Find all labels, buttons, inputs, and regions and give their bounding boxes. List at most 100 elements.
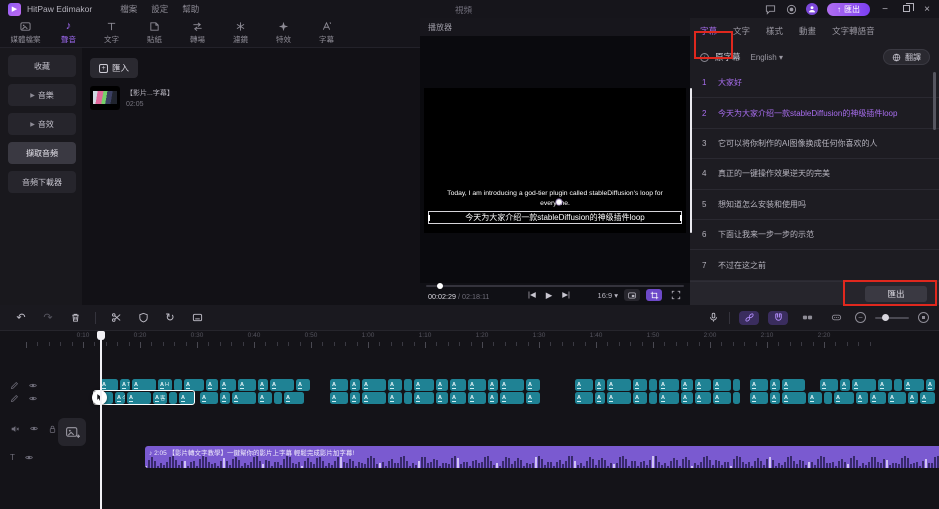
play-button[interactable]: ▶ — [546, 290, 553, 301]
subtitle-clip[interactable]: A — [450, 379, 466, 391]
subtitle-clip[interactable]: A — [206, 379, 218, 391]
subtitle-clip[interactable]: A — [878, 379, 892, 391]
mute-icon[interactable] — [10, 424, 20, 434]
subtitle-clip[interactable]: A — [808, 392, 822, 404]
ribbon-tab-sticker[interactable]: 貼紙 — [133, 18, 176, 47]
ribbon-tab-subtitle[interactable]: 字幕 — [305, 18, 348, 47]
delete-icon[interactable] — [68, 311, 82, 325]
subtitle-clip[interactable]: A — [659, 379, 679, 391]
ribbon-tab-text[interactable]: 文字 — [90, 18, 133, 47]
subtitle-clip[interactable]: A — [695, 392, 711, 404]
video-canvas[interactable]: Today, I am introducing a god-tier plugi… — [424, 88, 686, 233]
subtitle-clip[interactable]: A — [659, 392, 679, 404]
subtitle-clip[interactable]: A — [840, 379, 850, 391]
subtitle-clip[interactable]: A — [526, 392, 540, 404]
subtitle-clip[interactable]: A — [908, 392, 918, 404]
textbox-handle-right[interactable] — [680, 215, 682, 221]
subtitle-clip[interactable]: A — [681, 392, 693, 404]
subtitle-clip[interactable]: A — [296, 379, 310, 391]
library-category[interactable]: 收藏 — [8, 55, 76, 77]
fit-icon[interactable] — [918, 312, 929, 323]
import-button[interactable]: + 匯入 — [90, 58, 138, 78]
subtitle-clip[interactable]: A — [488, 392, 498, 404]
subtitle-clip[interactable]: A — [388, 379, 402, 391]
library-category[interactable]: 擷取音頻 — [8, 142, 76, 164]
magnet-icon[interactable] — [768, 311, 788, 325]
panel-divider[interactable] — [690, 88, 692, 233]
subtitle-clip[interactable]: A — [834, 392, 854, 404]
storyboard-icon[interactable] — [797, 311, 817, 325]
subtitle-clip[interactable]: A — [220, 392, 230, 404]
visibility-icon[interactable] — [28, 394, 38, 403]
crop-icon[interactable] — [646, 289, 662, 301]
avatar[interactable] — [806, 3, 818, 15]
subtitle-clip[interactable] — [894, 379, 902, 391]
visibility-icon[interactable] — [24, 453, 34, 462]
visibility-icon[interactable] — [29, 424, 39, 434]
subtitle-clip[interactable]: A — [488, 379, 498, 391]
restore-button[interactable] — [900, 4, 912, 15]
minimize-button[interactable]: − — [879, 4, 891, 15]
inspector-tab[interactable]: 字幕 — [700, 25, 717, 37]
caption-icon[interactable] — [190, 311, 204, 325]
playhead[interactable] — [100, 331, 102, 509]
subtitle-clip[interactable]: A — [330, 392, 348, 404]
subtitle-clip[interactable]: A — [770, 379, 780, 391]
add-media-button[interactable] — [58, 418, 86, 446]
subtitle-clip[interactable]: A — [633, 392, 647, 404]
subtitle-clip[interactable]: A — [770, 392, 780, 404]
subtitle-clip[interactable]: A — [436, 392, 448, 404]
subtitle-textbox-selected[interactable]: 今天为大家介绍一款stableDiffusion的神级插件loop — [428, 211, 682, 224]
subtitle-clip[interactable]: A — [232, 392, 256, 404]
subtitle-clip[interactable]: A — [633, 379, 647, 391]
subtitle-clip[interactable]: A — [414, 379, 434, 391]
subtitle-clip[interactable]: A — [500, 392, 524, 404]
subtitle-row[interactable]: 4真正的一键操作效果逆天的完美 — [690, 159, 939, 189]
inspector-tab[interactable]: 文字 — [733, 25, 750, 37]
subtitle-clip[interactable]: A — [238, 379, 256, 391]
redo-icon[interactable]: ↷ — [41, 311, 55, 325]
zoom-slider[interactable] — [875, 317, 909, 319]
inspector-tab[interactable]: 樣式 — [766, 25, 783, 37]
subtitle-clip[interactable] — [824, 392, 832, 404]
language-select[interactable]: English ▾ — [751, 53, 784, 62]
subtitle-clip[interactable]: A — [750, 379, 768, 391]
textbox-handle-left[interactable] — [428, 215, 430, 221]
subtitle-clip[interactable]: A — [607, 392, 631, 404]
close-button[interactable]: × — [921, 4, 933, 15]
next-frame-button[interactable]: ▶| — [562, 290, 570, 301]
subtitle-clip[interactable]: A — [575, 392, 593, 404]
subtitle-clip[interactable]: A — [695, 379, 711, 391]
selected-clip-outline[interactable] — [93, 390, 195, 405]
edit-icon[interactable] — [10, 381, 19, 390]
pip-icon[interactable] — [624, 289, 640, 301]
subtitle-row[interactable]: 1大家好 — [690, 68, 939, 98]
subtitle-clip[interactable]: A — [852, 379, 876, 391]
subtitle-clip[interactable]: A — [362, 392, 386, 404]
subtitle-clip[interactable]: A — [575, 379, 593, 391]
aspect-ratio-select[interactable]: 16:9 ▾ — [598, 291, 618, 300]
mic-icon[interactable] — [706, 311, 720, 325]
subtitle-clip[interactable]: A — [468, 379, 486, 391]
subtitle-clip[interactable]: A — [388, 392, 402, 404]
inspector-tab[interactable]: 文字轉語音 — [832, 25, 875, 37]
text-track-icon[interactable]: T — [10, 453, 15, 462]
subtitle-clip[interactable]: A — [500, 379, 524, 391]
subtitle-clip[interactable]: A — [258, 392, 272, 404]
ribbon-tab-filter[interactable]: 濾鏡 — [219, 18, 262, 47]
prev-frame-button[interactable]: |◀ — [528, 290, 536, 301]
export-button-bottom[interactable]: 匯出 — [865, 286, 927, 302]
subtitle-clip[interactable]: A — [920, 392, 935, 404]
subtitle-clip[interactable]: A — [870, 392, 886, 404]
feedback-icon[interactable] — [764, 3, 776, 15]
ribbon-tab-effects[interactable]: 特效 — [262, 18, 305, 47]
subtitle-clip[interactable]: A — [681, 379, 693, 391]
zoom-slider-handle[interactable] — [882, 314, 889, 321]
split-icon[interactable] — [109, 311, 123, 325]
subtitle-clip[interactable]: A — [750, 392, 768, 404]
subtitle-clip[interactable]: A — [468, 392, 486, 404]
audio-clip[interactable]: ♪ 2:05 【影片轉文字教學】一鍵幫你的影片上字幕 輕鬆完成影片加字幕! — [145, 446, 939, 468]
ribbon-tab-media[interactable]: 媒體檔案 — [4, 18, 47, 47]
subtitle-clip[interactable]: A — [856, 392, 868, 404]
subtitle-clip[interactable]: A — [284, 392, 304, 404]
